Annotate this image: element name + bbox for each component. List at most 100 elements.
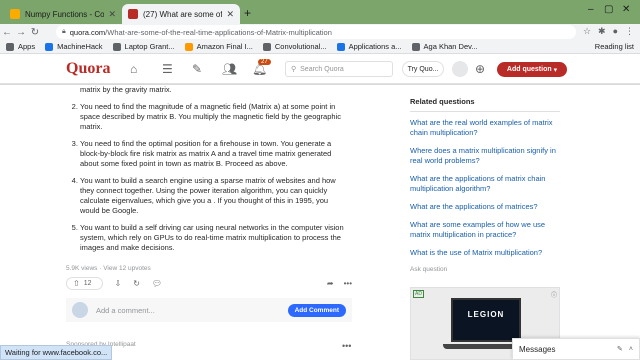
close-tab-icon[interactable]: ✕	[226, 9, 234, 20]
bookmarks-bar: Apps MachineHack Laptop Grant... Amazon …	[0, 40, 640, 54]
minimize-icon[interactable]: –	[588, 4, 594, 15]
upvote-count: 12	[83, 279, 92, 287]
bookmark-favicon-icon	[184, 42, 193, 51]
add-comment-button[interactable]: Add Comment	[287, 303, 346, 317]
close-window-icon[interactable]: ✕	[622, 4, 630, 15]
bookmark-machinehack[interactable]: MachineHack	[45, 42, 103, 51]
lock-icon[interactable]: 🔒︎	[62, 28, 66, 36]
comment-icon[interactable]: 💬︎	[152, 279, 162, 288]
related-question-link[interactable]: What is the use of Matrix multiplication…	[410, 248, 560, 258]
bookmark-favicon-icon	[112, 42, 121, 51]
bookmark-favicon-icon	[45, 42, 54, 51]
ad-badge-icon: AD	[413, 290, 424, 298]
more-options-icon[interactable]: •••	[344, 279, 352, 288]
answer-content: You need to find the force due to gravit…	[66, 85, 346, 260]
related-question-link[interactable]: What are the applications of matrix chai…	[410, 174, 560, 194]
reload-icon[interactable]: ↻	[28, 27, 42, 38]
apps-grid-icon	[6, 42, 14, 51]
maximize-icon[interactable]: ▢	[604, 4, 613, 15]
answer-actions: ⇧ 12 ⇩ ↻ 💬︎ ➦ •••	[66, 276, 352, 290]
ad-info-icon[interactable]: ⓘ	[551, 290, 557, 299]
laptop-image	[451, 298, 521, 342]
related-heading: Related questions	[410, 97, 560, 112]
downvote-icon[interactable]: ⇩	[115, 279, 122, 288]
related-question-link[interactable]: What are some examples of how we use mat…	[410, 220, 560, 240]
colab-favicon-icon	[10, 9, 20, 19]
share-reload-icon[interactable]: ↻	[133, 279, 140, 288]
compose-icon[interactable]: ✎	[617, 345, 623, 353]
avatar[interactable]	[452, 61, 468, 77]
quora-logo[interactable]: Quora	[66, 60, 110, 78]
messages-label: Messages	[519, 344, 556, 354]
bookmark-label: Aga Khan Dev...	[423, 42, 478, 51]
bookmark-convolutional[interactable]: Convolutional...	[262, 42, 327, 51]
search-input[interactable]: ⚲ Search Quora	[285, 61, 393, 77]
tab-strip: Numpy Functions - Colab ✕ (27) What are …	[0, 0, 640, 24]
bookmark-label: Applications a...	[348, 42, 402, 51]
bookmark-favicon-icon	[262, 42, 271, 51]
add-question-label: Add question	[506, 66, 552, 73]
language-globe-icon[interactable]: ⊕	[475, 62, 485, 76]
ad-brand: LEGION	[467, 310, 505, 319]
comment-input[interactable]: Add a comment...	[96, 306, 288, 315]
url-bar[interactable]: 🔒︎ quora.com/What-are-some-of-the-real-t…	[56, 25, 576, 39]
more-options-icon[interactable]: •••	[342, 341, 351, 351]
tab-quora[interactable]: (27) What are some of the ✕	[122, 4, 240, 24]
answer-item: You want to build a search engine using …	[80, 176, 346, 216]
home-icon[interactable]: ⌂	[130, 62, 137, 76]
url-path: /What-are-some-of-the-real-time-applicat…	[105, 27, 332, 37]
avatar	[72, 302, 88, 318]
bookmark-label: Laptop Grant...	[124, 42, 175, 51]
quora-header: Quora ⌂ ☰ ✎ 👥︎ 🔔︎ 27 ⚲ Search Quora Try …	[0, 54, 640, 84]
related-questions: Related questions What are the real worl…	[410, 97, 560, 273]
close-tab-icon[interactable]: ✕	[108, 9, 116, 20]
answer-meta[interactable]: 5.9K views · View 12 upvotes	[66, 265, 151, 272]
answer-item: You need to find the optimal position fo…	[80, 139, 346, 169]
notification-badge: 27	[258, 59, 271, 65]
forward-icon[interactable]: →	[14, 27, 28, 38]
add-question-button[interactable]: Add question ▾	[497, 62, 567, 77]
spaces-icon[interactable]: 👥︎	[222, 62, 237, 76]
quora-favicon-icon	[128, 9, 138, 19]
reading-list[interactable]: Reading list	[595, 42, 634, 51]
bookmark-label: Convolutional...	[274, 42, 327, 51]
related-question-link[interactable]: Where does a matrix multiplication signi…	[410, 146, 560, 166]
new-tab-icon[interactable]: +	[244, 6, 251, 20]
comment-box: Add a comment... Add Comment	[66, 298, 352, 322]
following-icon[interactable]: ☰	[162, 62, 173, 76]
bookmark-favicon-icon	[336, 42, 345, 51]
tab-title: Numpy Functions - Colab	[25, 9, 105, 19]
share-icon[interactable]: ➦	[327, 279, 334, 288]
bookmark-label: MachineHack	[57, 42, 103, 51]
page-body: You need to find the force due to gravit…	[0, 85, 640, 360]
bookmark-apps[interactable]: Apps	[6, 42, 35, 51]
tab-colab[interactable]: Numpy Functions - Colab ✕	[4, 4, 122, 24]
upvote-icon: ⇧	[73, 278, 80, 288]
search-placeholder: Search Quora	[300, 65, 344, 73]
bookmark-applications[interactable]: Applications a...	[336, 42, 402, 51]
url-host: quora.com	[69, 27, 106, 37]
star-icon[interactable]: ☆	[583, 26, 591, 37]
related-question-link[interactable]: What are the applications of matrices?	[410, 202, 560, 212]
status-bar: Waiting for www.facebook.co...	[0, 345, 113, 360]
messages-widget[interactable]: Messages ✎ ˄	[512, 338, 640, 360]
answer-icon[interactable]: ✎	[192, 62, 202, 76]
bookmark-label: Amazon Final I...	[196, 42, 253, 51]
upvote-button[interactable]: ⇧ 12	[66, 276, 103, 290]
menu-icon[interactable]: ⋮	[625, 26, 634, 37]
answer-item: You need to find the force due to gravit…	[80, 85, 346, 95]
bookmark-laptop-grant[interactable]: Laptop Grant...	[112, 42, 175, 51]
bookmark-amazon[interactable]: Amazon Final I...	[184, 42, 253, 51]
chevron-up-icon[interactable]: ˄	[629, 346, 633, 353]
related-question-link[interactable]: What are the real world examples of matr…	[410, 118, 560, 138]
back-icon[interactable]: ←	[0, 27, 14, 38]
ask-question-link[interactable]: Ask question	[410, 266, 560, 273]
address-toolbar: ← → ↻ 🔒︎ quora.com/What-are-some-of-the-…	[0, 24, 640, 40]
search-icon: ⚲	[291, 66, 297, 73]
bookmark-label: Apps	[18, 42, 36, 51]
extensions-icon[interactable]: ✱	[598, 26, 606, 37]
try-quora-button[interactable]: Try Quo...	[402, 61, 444, 77]
tab-title: (27) What are some of the	[143, 9, 223, 19]
profile-icon[interactable]: ●	[613, 26, 618, 37]
bookmark-aga-khan[interactable]: Aga Khan Dev...	[411, 42, 478, 51]
